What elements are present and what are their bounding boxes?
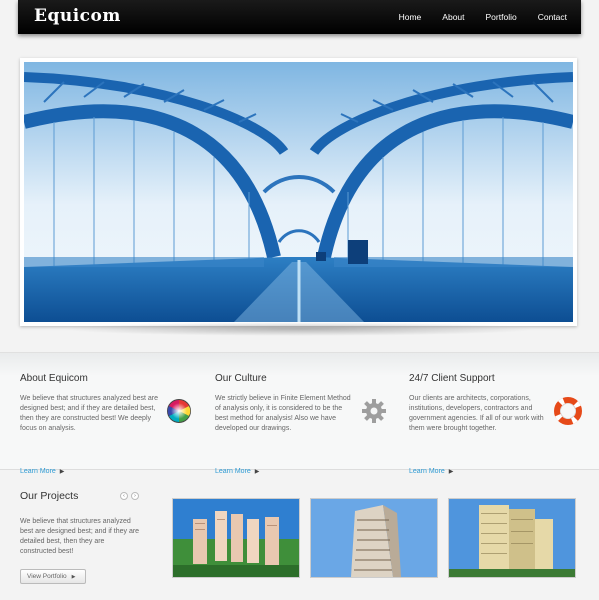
projects-text: We believe that structures analyzed best… xyxy=(20,518,140,555)
feature-culture: Our Culture We strictly believe in Finit… xyxy=(215,373,390,475)
project-photo-towers xyxy=(173,499,299,577)
feature-title: 24/7 Client Support xyxy=(409,373,495,384)
arrow-right-icon: ▶ xyxy=(59,469,65,475)
feature-text: We strictly believe in Finite Element Me… xyxy=(215,395,351,432)
project-thumb-2[interactable] xyxy=(310,498,438,578)
feature-text: We believe that structures analyzed best… xyxy=(20,395,159,432)
bridge-photo xyxy=(24,62,573,322)
nav-contact[interactable]: Contact xyxy=(538,12,567,22)
site-logo[interactable]: Equicom xyxy=(34,6,121,26)
nav-home[interactable]: Home xyxy=(399,12,422,22)
projects-pager: ‹ › xyxy=(120,492,139,500)
nav-portfolio[interactable]: Portfolio xyxy=(486,12,517,22)
view-portfolio-button[interactable]: View Portfolio ▶ xyxy=(20,569,86,584)
view-portfolio-label: View Portfolio xyxy=(27,573,67,580)
hero-slider[interactable] xyxy=(20,58,577,326)
learn-more-link[interactable]: Learn More ▶ xyxy=(409,468,453,475)
arrow-right-icon: ▶ xyxy=(71,574,76,580)
feature-about: About Equicom We believe that structures… xyxy=(20,373,195,475)
feature-title: Our Culture xyxy=(215,373,267,384)
gear-icon xyxy=(362,399,386,423)
prev-button[interactable]: ‹ xyxy=(120,492,128,500)
next-button[interactable]: › xyxy=(131,492,139,500)
project-thumb-1[interactable] xyxy=(172,498,300,578)
color-wheel-icon xyxy=(167,399,191,423)
learn-more-label: Learn More xyxy=(20,468,56,475)
projects-section: Our Projects ‹ › We believe that structu… xyxy=(20,490,150,584)
learn-more-label: Learn More xyxy=(215,468,251,475)
learn-more-link[interactable]: Learn More ▶ xyxy=(215,468,259,475)
lifebuoy-icon xyxy=(554,397,582,425)
project-photo-tower xyxy=(311,499,437,577)
nav-about[interactable]: About xyxy=(442,12,464,22)
learn-more-link[interactable]: Learn More ▶ xyxy=(20,468,64,475)
project-thumb-3[interactable] xyxy=(448,498,576,578)
top-navbar: Equicom Home About Portfolio Contact xyxy=(18,0,581,34)
feature-text: Our clients are architects, corporations… xyxy=(409,395,544,432)
arrow-right-icon: ▶ xyxy=(448,469,454,475)
feature-support: 24/7 Client Support Our clients are arch… xyxy=(409,373,584,475)
feature-title: About Equicom xyxy=(20,373,88,384)
learn-more-label: Learn More xyxy=(409,468,445,475)
hero-shadow xyxy=(60,322,540,336)
main-nav: Home About Portfolio Contact xyxy=(378,0,567,34)
project-photo-highrise xyxy=(449,499,575,577)
arrow-right-icon: ▶ xyxy=(254,469,260,475)
features-band: About Equicom We believe that structures… xyxy=(0,352,599,475)
